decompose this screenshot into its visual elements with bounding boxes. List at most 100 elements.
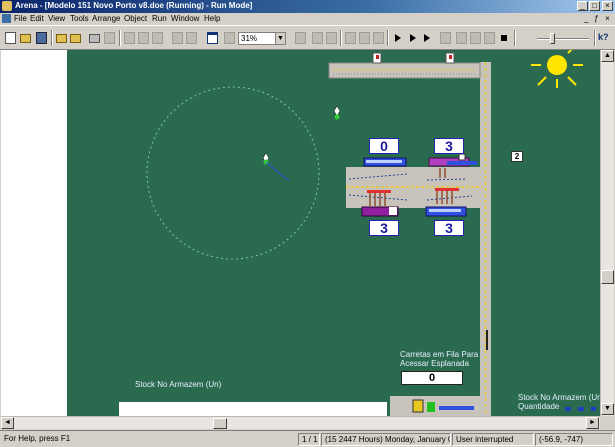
menu-tools[interactable]: Tools xyxy=(70,14,89,23)
status-replication: 1 / 1 xyxy=(298,433,320,446)
legend-arrows xyxy=(565,407,596,411)
context-help-icon[interactable]: k? xyxy=(598,32,609,44)
route-icon[interactable] xyxy=(326,32,337,44)
transporter-icon[interactable] xyxy=(373,32,384,44)
counter-top-right: 3 xyxy=(434,138,464,154)
fast-forward-icon[interactable] xyxy=(424,34,430,42)
undo-icon[interactable] xyxy=(172,32,183,44)
crane-beam xyxy=(367,190,391,193)
counter-top-left: 0 xyxy=(369,138,399,154)
paste-icon[interactable] xyxy=(152,32,163,44)
toolbar-separator xyxy=(594,30,596,46)
vertical-scrollbar[interactable]: ▲ ▼ xyxy=(600,50,614,416)
child-close-button[interactable]: × xyxy=(603,14,612,23)
status-sim-time: (15 2447 Hours) Monday, January 0... 200… xyxy=(321,433,451,446)
toolbar-separator xyxy=(51,30,53,46)
segment-icon[interactable] xyxy=(345,32,356,44)
go-play-icon[interactable] xyxy=(395,34,401,42)
horizontal-scrollbar[interactable]: ◄ ► xyxy=(1,416,600,429)
new-window-icon[interactable] xyxy=(207,32,218,44)
close-button[interactable]: × xyxy=(602,1,613,11)
sun-icon xyxy=(547,55,567,75)
model-blank-area[interactable] xyxy=(1,50,67,416)
child-restore-button[interactable]: ƒ xyxy=(592,14,601,23)
dock-crane xyxy=(427,402,435,412)
menu-bar: File Edit View Tools Arrange Object Run … xyxy=(0,13,615,25)
print-icon[interactable] xyxy=(89,34,100,43)
child-minimize-button[interactable]: _ xyxy=(582,14,591,23)
menu-view[interactable]: View xyxy=(48,14,65,23)
range-circle xyxy=(146,86,320,260)
scroll-down-button[interactable]: ▼ xyxy=(601,403,614,415)
open-folder-icon[interactable] xyxy=(20,34,31,43)
end-run-icon[interactable] xyxy=(501,35,507,41)
truck-trailer xyxy=(447,161,477,165)
toolbar-separator xyxy=(387,30,389,46)
zoom-select[interactable]: 31% ▼ xyxy=(238,32,286,45)
menu-window[interactable]: Window xyxy=(171,14,199,23)
minimize-button[interactable]: _ xyxy=(577,1,588,11)
template-detach-icon[interactable] xyxy=(70,34,81,43)
pause-icon[interactable] xyxy=(440,32,451,44)
save-disk-icon[interactable] xyxy=(36,32,47,44)
menu-run[interactable]: Run xyxy=(152,14,167,23)
maximize-button[interactable]: □ xyxy=(589,1,600,11)
entity-path-line xyxy=(265,161,290,182)
redo-icon[interactable] xyxy=(186,32,197,44)
queue-counter: 0 xyxy=(401,371,463,385)
menu-edit[interactable]: Edit xyxy=(30,14,44,23)
animation-speed-track[interactable] xyxy=(537,38,589,40)
arena-window: Arena - [Modelo 151 Novo Porto v8.doe (R… xyxy=(0,0,615,447)
scroll-left-button[interactable]: ◄ xyxy=(1,417,14,429)
animation-speed-slider[interactable] xyxy=(550,33,555,44)
document-icon[interactable] xyxy=(2,14,11,23)
new-file-icon[interactable] xyxy=(5,32,16,44)
gate-light-icon xyxy=(376,55,379,59)
status-help-text: For Help, press F1 xyxy=(4,434,71,443)
print-preview-icon[interactable] xyxy=(104,32,115,44)
gate-light-icon xyxy=(449,55,452,59)
menu-help[interactable]: Help xyxy=(204,14,220,23)
chevron-down-icon[interactable]: ▼ xyxy=(275,33,285,44)
entity-dot xyxy=(334,114,340,120)
arena-app-icon[interactable] xyxy=(2,1,12,11)
marker-count-box: 2 xyxy=(511,151,523,162)
counter-bottom-left: 3 xyxy=(369,220,399,236)
truck-window xyxy=(366,160,402,163)
storage-label-right: Stock No Armazem (Un) xyxy=(518,393,600,402)
zoom-icon[interactable] xyxy=(224,32,235,44)
stock-plot-panel xyxy=(119,402,387,416)
storage-quantity-label: Quantidade xyxy=(518,402,560,411)
connect-icon[interactable] xyxy=(312,32,323,44)
status-bar: For Help, press F1 1 / 1 (15 2447 Hours)… xyxy=(0,430,615,447)
menu-object[interactable]: Object xyxy=(124,14,147,23)
crane-beam xyxy=(435,188,459,191)
truck-cab xyxy=(389,207,397,215)
status-run-state: User interrupted xyxy=(452,433,534,446)
title-bar: Arena - [Modelo 151 Novo Porto v8.doe (R… xyxy=(0,0,615,13)
vertical-scroll-thumb[interactable] xyxy=(601,270,614,284)
template-attach-icon[interactable] xyxy=(56,34,67,43)
layers-icon[interactable] xyxy=(295,32,306,44)
start-over-icon[interactable] xyxy=(456,32,467,44)
animation-layer xyxy=(146,50,596,416)
station-icon[interactable] xyxy=(359,32,370,44)
menu-file[interactable]: File xyxy=(14,14,27,23)
zoom-value: 31% xyxy=(241,34,258,43)
dock-ship xyxy=(439,406,474,410)
step-icon[interactable] xyxy=(410,34,416,42)
scroll-up-button[interactable]: ▲ xyxy=(601,50,614,62)
horizontal-scroll-thumb[interactable] xyxy=(213,418,227,429)
window-title: Arena - [Modelo 151 Novo Porto v8.doe (R… xyxy=(15,1,253,10)
truck-cab xyxy=(458,153,466,161)
cut-icon[interactable] xyxy=(124,32,135,44)
status-coordinates: (-56.9, -747) xyxy=(535,433,613,446)
model-canvas[interactable]: 0 3 3 3 2 Carretas em Fila Para Acessar … xyxy=(67,50,600,416)
run-control-icon[interactable] xyxy=(484,32,495,44)
copy-icon[interactable] xyxy=(138,32,149,44)
scroll-right-button[interactable]: ► xyxy=(586,417,599,429)
menu-arrange[interactable]: Arrange xyxy=(92,14,120,23)
animate-icon[interactable] xyxy=(470,32,481,44)
toolbar-separator xyxy=(340,30,342,46)
toolbar: 31% ▼ k? xyxy=(0,25,615,50)
